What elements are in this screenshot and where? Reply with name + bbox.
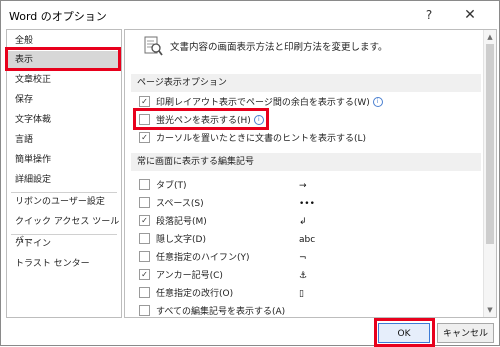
option-label: 隠し文字(D): [156, 235, 206, 245]
vertical-scrollbar[interactable]: ▲ ▼: [483, 30, 496, 317]
sidebar-item-customize-ribbon[interactable]: リボンのユーザー設定: [8, 193, 120, 212]
sidebar-item-language[interactable]: 言語: [8, 131, 120, 150]
tab-arrow-icon: →: [299, 181, 307, 191]
document-magnifier-icon: [144, 36, 163, 56]
category-sidebar: 全般 表示 文章校正 保存 文字体裁 言語 簡単操作 詳細設定 リボンのユーザー…: [6, 29, 122, 318]
optional-hyphen-icon: ¬: [299, 253, 307, 263]
close-button[interactable]: ✕: [459, 5, 481, 25]
option-optional-hyphens[interactable]: 任意指定のハイフン(Y) ¬: [139, 251, 307, 266]
checkbox-unchecked[interactable]: [139, 251, 150, 262]
option-label: 任意指定のハイフン(Y): [156, 253, 250, 263]
help-button[interactable]: ?: [419, 6, 439, 24]
option-label: すべての編集記号を表示する(A): [156, 307, 286, 317]
option-label: カーソルを置いたときに文書のヒントを表示する(L): [156, 134, 367, 144]
scroll-up-icon[interactable]: ▲: [484, 31, 496, 43]
hidden-text-icon: abc: [299, 235, 316, 245]
option-tab-marks[interactable]: タブ(T) →: [139, 179, 307, 194]
title-bar: Word のオプション ? ✕: [1, 1, 498, 29]
option-label: 印刷レイアウト表示でページ間の余白を表示する(W): [156, 98, 370, 108]
option-label: アンカー記号(C): [156, 271, 223, 281]
option-label: スペース(S): [156, 199, 204, 209]
panel-description: 文書内容の画面表示方法と印刷方法を変更します。: [170, 42, 388, 53]
dialog-title: Word のオプション: [9, 10, 107, 23]
sidebar-item-proofing[interactable]: 文章校正: [8, 71, 120, 90]
sidebar-item-typography[interactable]: 文字体裁: [8, 111, 120, 130]
option-object-anchors[interactable]: ✓ アンカー記号(C) ⚓: [139, 269, 307, 284]
sidebar-item-quick-access-toolbar[interactable]: クイック アクセス ツール バー: [8, 213, 120, 246]
checkbox-checked[interactable]: ✓: [139, 96, 150, 107]
checkbox-unchecked[interactable]: [139, 197, 150, 208]
paragraph-mark-icon: ↲: [299, 217, 307, 227]
section-page-display-options: ページ表示オプション: [131, 74, 481, 92]
option-hidden-text[interactable]: 隠し文字(D) abc: [139, 233, 315, 248]
sidebar-item-trust-center[interactable]: トラスト センター: [8, 255, 120, 274]
optional-break-icon: ▯: [299, 289, 304, 299]
checkbox-unchecked[interactable]: [139, 287, 150, 298]
checkbox-checked[interactable]: ✓: [139, 215, 150, 226]
option-optional-breaks[interactable]: 任意指定の改行(O) ▯: [139, 287, 304, 302]
checkbox-unchecked[interactable]: [139, 305, 150, 316]
checkbox-checked[interactable]: ✓: [139, 269, 150, 280]
space-dots-icon: •••: [299, 199, 315, 209]
options-content-panel: 文書内容の画面表示方法と印刷方法を変更します。 ページ表示オプション ✓ 印刷レイ…: [124, 29, 497, 318]
option-label: 段落記号(M): [156, 217, 207, 227]
scrollbar-thumb[interactable]: [486, 44, 494, 244]
sidebar-item-save[interactable]: 保存: [8, 91, 120, 110]
checkbox-unchecked[interactable]: [139, 233, 150, 244]
highlight-box-ok: [374, 318, 435, 347]
option-label: タブ(T): [156, 181, 187, 191]
cancel-button[interactable]: キャンセル: [437, 323, 494, 343]
option-paragraph-marks[interactable]: ✓ 段落記号(M) ↲: [139, 215, 307, 230]
anchor-icon: ⚓: [299, 271, 308, 281]
section-formatting-marks: 常に画面に表示する編集記号: [131, 153, 481, 171]
option-label: 任意指定の改行(O): [156, 289, 234, 299]
checkbox-unchecked[interactable]: [139, 179, 150, 190]
sidebar-item-advanced[interactable]: 詳細設定: [8, 171, 120, 190]
sidebar-item-accessibility[interactable]: 簡単操作: [8, 151, 120, 170]
info-icon: i: [372, 96, 383, 107]
highlight-box-display: [5, 47, 121, 71]
option-space-marks[interactable]: スペース(S) •••: [139, 197, 315, 212]
scroll-down-icon[interactable]: ▼: [484, 304, 496, 316]
sidebar-item-addins[interactable]: アドイン: [8, 235, 120, 254]
option-show-document-tooltips[interactable]: ✓ カーソルを置いたときに文書のヒントを表示する(L): [139, 132, 366, 147]
highlight-box-highlighter: [133, 108, 269, 130]
option-show-all-marks[interactable]: すべての編集記号を表示する(A): [139, 305, 286, 317]
checkbox-checked[interactable]: ✓: [139, 132, 150, 143]
